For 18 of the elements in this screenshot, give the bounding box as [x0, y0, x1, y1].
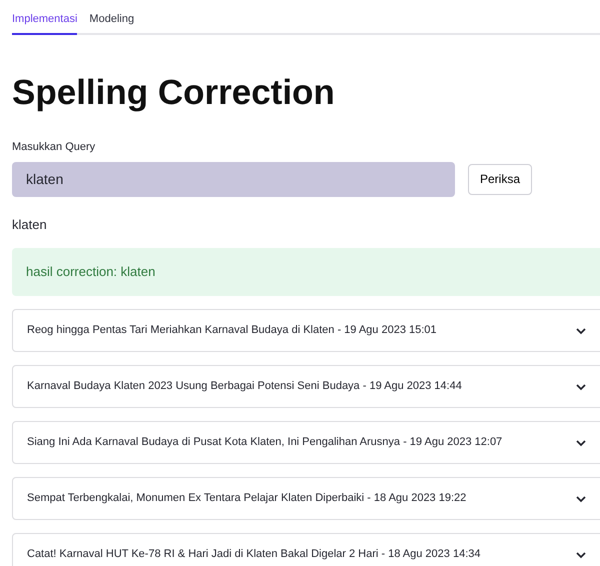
- article-title: Catat! Karnaval HUT Ke-78 RI & Hari Jadi di Klaten Bakal Digelar 2 Hari - 18 Agu 2023 14:34: [27, 547, 482, 562]
- article-title: Sempat Terbengkalai, Monumen Ex Tentara Pelajar Klaten Diperbaiki - 18 Agu 2023 19:22: [27, 491, 468, 506]
- check-button[interactable]: Periksa: [468, 164, 532, 194]
- field-label: Masukkan Query: [12, 140, 96, 155]
- query-echo: klaten: [12, 216, 48, 234]
- expander-header[interactable]: Karnaval Budaya Klaten 2023 Usung Berbagai Potensi Seni Budaya - 19 Agu 2023 14:44: [12, 365, 600, 408]
- expander-header[interactable]: Siang Ini Ada Karnaval Budaya di Pusat Kota Klaten, Ini Pengalihan Arusnya - 19 Agu 2023 12:07: [12, 421, 600, 464]
- success-alert: hasil correction: klaten: [12, 248, 600, 296]
- article-title: Karnaval Budaya Klaten 2023 Usung Berbagai Potensi Seni Budaya - 19 Agu 2023 14:44: [27, 379, 463, 394]
- expander-header[interactable]: Reog hingga Pentas Tari Meriahkan Karnaval Budaya di Klaten - 19 Agu 2023 15:01: [12, 309, 600, 352]
- tab[interactable]: Implementasi: [12, 0, 78, 35]
- article-title: Siang Ini Ada Karnaval Budaya di Pusat Kota Klaten, Ini Pengalihan Arusnya - 19 Agu 2023 12:07: [27, 435, 504, 450]
- query-input[interactable]: klaten: [12, 162, 455, 196]
- article-title: Reog hingga Pentas Tari Meriahkan Karnaval Budaya di Klaten - 19 Agu 2023 15:01: [27, 323, 438, 338]
- expander-header[interactable]: Sempat Terbengkalai, Monumen Ex Tentara Pelajar Klaten Diperbaiki - 18 Agu 2023 19:22: [12, 477, 600, 520]
- tab[interactable]: Modeling: [89, 0, 134, 35]
- expander-header[interactable]: Catat! Karnaval HUT Ke-78 RI & Hari Jadi di Klaten Bakal Digelar 2 Hari - 18 Agu 2023 14:34: [12, 533, 600, 566]
- page-title: Spelling Correction: [12, 73, 336, 113]
